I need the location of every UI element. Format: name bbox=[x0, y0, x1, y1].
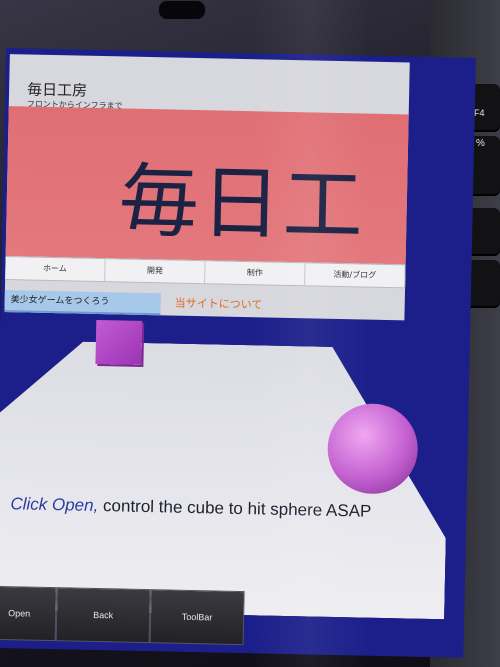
camera-icon bbox=[158, 0, 206, 20]
player-cube[interactable] bbox=[95, 319, 143, 365]
key-f4-label: F4 bbox=[474, 108, 485, 118]
site-title: 毎日工房 bbox=[26, 80, 88, 100]
toolbar-button[interactable]: ToolBar bbox=[149, 589, 245, 646]
open-button[interactable]: Open bbox=[0, 585, 57, 642]
tab-active[interactable]: 美少女ゲームをつくろう bbox=[4, 290, 161, 316]
bottom-toolbar: Open Back ToolBar bbox=[0, 585, 453, 654]
key-percent-label: % bbox=[476, 138, 485, 149]
tablet-screen: 毎日工房 フロントからインフラまで 毎日工 ホーム 開発 制作 活動/ブログ 美… bbox=[0, 48, 476, 658]
caption-action: Click Open, bbox=[10, 494, 99, 516]
nav-item-home[interactable]: ホーム bbox=[5, 257, 106, 282]
back-button[interactable]: Back bbox=[55, 587, 151, 644]
nav-item-dev[interactable]: 開発 bbox=[105, 259, 206, 284]
screen-glare bbox=[250, 0, 370, 667]
photo-scene: ▦ F4 % 5 す F 毎日工房 フロントからインフラまで 毎日工 ホーム 開… bbox=[0, 0, 500, 667]
